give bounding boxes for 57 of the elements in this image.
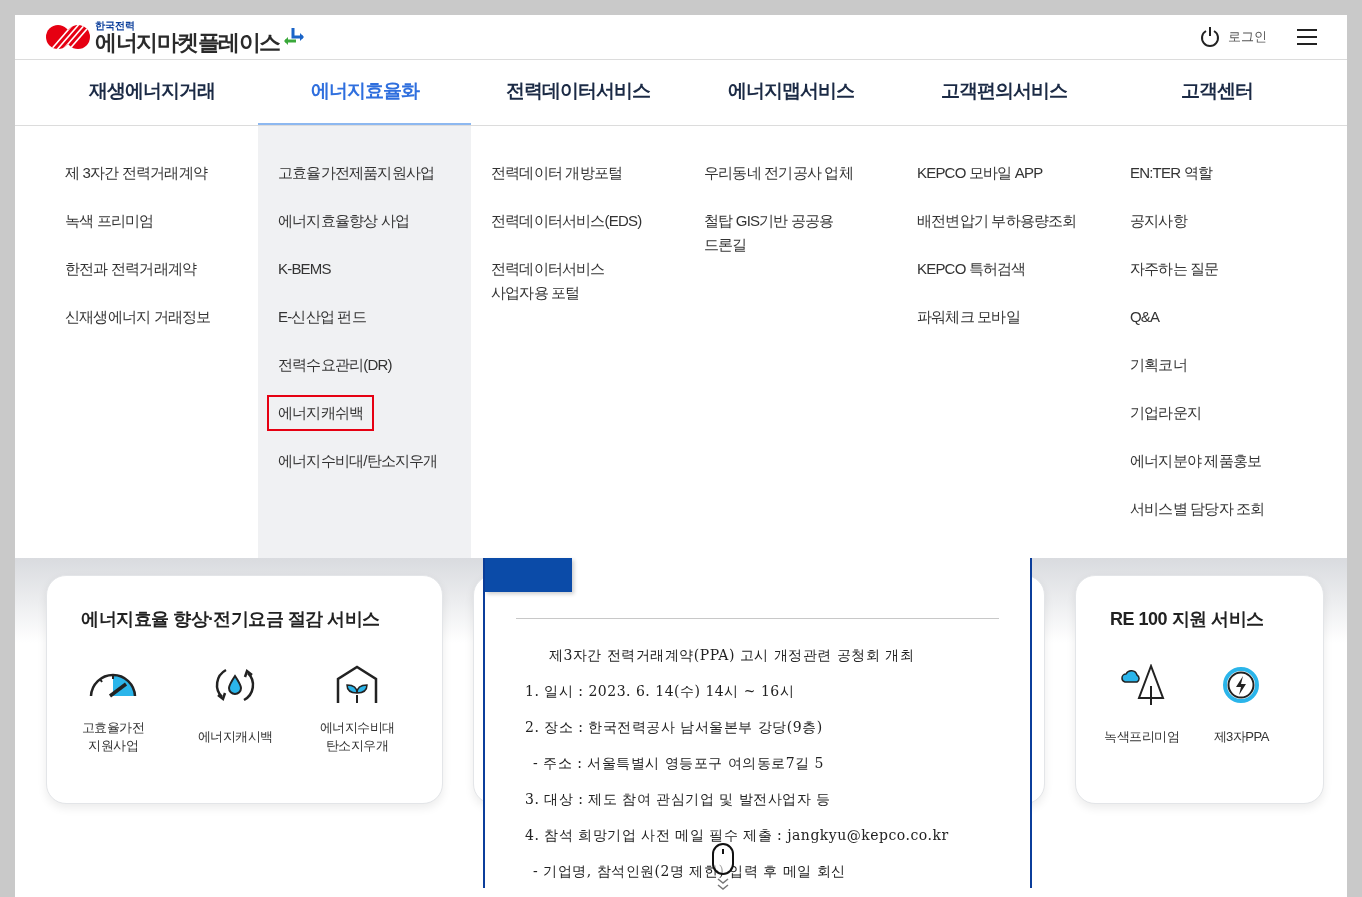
- nav-tab[interactable]: 재생에너지거래: [45, 60, 258, 125]
- submenu-link[interactable]: 에너지효율향상 사업: [278, 209, 410, 233]
- submenu-link[interactable]: 철탑 GIS기반 공공용 드론길: [704, 209, 834, 257]
- submenu-link[interactable]: 에너지분야 제품홍보: [1130, 449, 1262, 473]
- submenu-link[interactable]: KEPCO 모바일 APP: [917, 161, 1043, 185]
- login-button[interactable]: 로그인: [1200, 26, 1267, 48]
- gauge-icon: [88, 672, 138, 698]
- nav-tab[interactable]: 전력데이터서비스: [471, 60, 684, 125]
- submenu-link[interactable]: 기획코너: [1130, 353, 1187, 377]
- lightning-circle-icon: [1222, 666, 1261, 704]
- service-link[interactable]: 녹색프리미엄: [1094, 662, 1190, 756]
- submenu-link[interactable]: 제 3자간 전력거래계약: [65, 161, 208, 185]
- submenu-link[interactable]: 에너지수비대/탄소지우개: [278, 449, 438, 473]
- logo-mark-icon: [45, 22, 93, 52]
- submenu-link[interactable]: Q&A: [1130, 305, 1160, 329]
- submenu-link[interactable]: 녹색 프리미엄: [65, 209, 154, 233]
- service-link[interactable]: 에너지수비대 탄소지우개: [309, 662, 405, 756]
- submenu-link[interactable]: E-신산업 펀드: [278, 305, 366, 329]
- company-name: 한국전력: [95, 19, 136, 31]
- notice-line: 2. 장소 : 한국전력공사 남서울본부 강당(9층): [525, 718, 823, 737]
- submenu-link[interactable]: 고효율가전제품지원사업: [278, 161, 435, 185]
- service-link[interactable]: 에너지캐시백: [187, 662, 283, 756]
- menu-icon: [1297, 28, 1317, 46]
- site-logo-text: 에너지마켓플레이스: [95, 30, 280, 55]
- service-link[interactable]: 제3자PPA: [1193, 662, 1289, 756]
- submenu-link[interactable]: 에너지캐쉬백: [267, 395, 375, 431]
- house-sprout-icon: [336, 665, 378, 705]
- submenu-link[interactable]: 한전과 전력거래계약: [65, 257, 197, 281]
- submenu-link[interactable]: 전력데이터서비스 사업자용 포털: [491, 257, 605, 305]
- nav-tab[interactable]: 에너지맵서비스: [684, 60, 897, 125]
- submenu-link[interactable]: EN:TER 역할: [1130, 161, 1212, 185]
- submenu-link[interactable]: K-BEMS: [278, 257, 331, 281]
- submenu-link[interactable]: 전력수요관리(DR): [278, 353, 392, 377]
- notice-line: 3. 대상 : 제도 참여 관심기업 및 발전사업자 등: [525, 790, 831, 809]
- nav-tab[interactable]: 고객편의서비스: [897, 60, 1110, 125]
- submenu-link[interactable]: 전력데이터 개방포털: [491, 161, 623, 185]
- submenu-link[interactable]: KEPCO 특허검색: [917, 257, 1026, 281]
- service-link[interactable]: 고효율가전 지원사업: [65, 662, 161, 756]
- notice-line: 4. 참석 희망기업 사전 메일 필수 제출 : jangkyu@kepco.co.kr: [525, 826, 949, 845]
- submenu-link[interactable]: 서비스별 담당자 조회: [1130, 497, 1265, 521]
- notice-line: - 주소 : 서울특별시 영등포구 여의동로7길 5: [532, 754, 824, 773]
- notice-line: 1. 일시 : 2023. 6. 14(수) 14시 ~ 16시: [525, 682, 795, 701]
- nav-tab[interactable]: 고객센터: [1110, 60, 1323, 125]
- menu-button[interactable]: [1297, 28, 1317, 46]
- submenu-link[interactable]: 공지사항: [1130, 209, 1187, 233]
- submenu-link[interactable]: 파워체크 모바일: [917, 305, 1020, 329]
- power-icon: [1200, 26, 1220, 48]
- cloud-tree-icon: [1118, 664, 1165, 706]
- submenu-link[interactable]: 자주하는 질문: [1130, 257, 1219, 281]
- submenu-link[interactable]: 기업라운지: [1130, 401, 1201, 425]
- submenu-link[interactable]: 우리동네 전기공사 업체: [704, 161, 853, 185]
- card-title: 에너지효율 향상·전기요금 절감 서비스: [81, 608, 381, 631]
- notice-line: 제3자간 전력거래계약(PPA) 고시 개정관련 공청회 개최: [548, 646, 915, 665]
- card-title: RE 100 지원 서비스: [1110, 608, 1265, 631]
- submenu-link[interactable]: 전력데이터서비스(EDS): [491, 209, 642, 233]
- submenu-link[interactable]: 배전변압기 부하용량조회: [917, 209, 1077, 233]
- submenu-link[interactable]: 신재생에너지 거래정보: [65, 305, 211, 329]
